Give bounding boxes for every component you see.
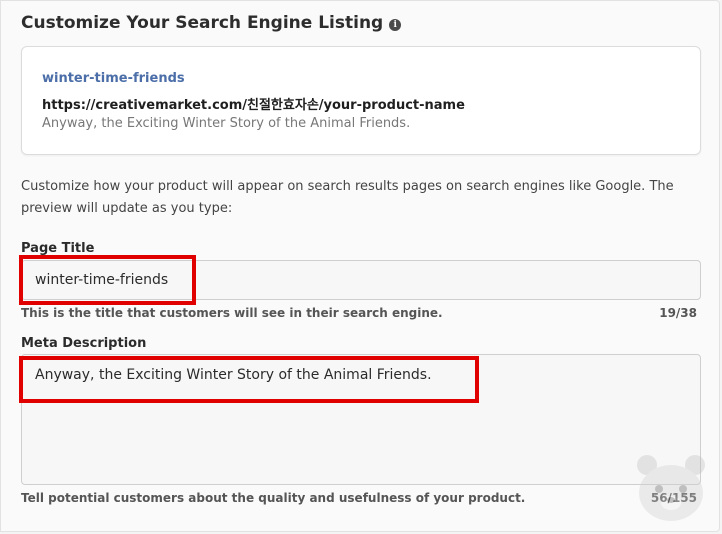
intro-text: Customize how your product will appear o… [21, 179, 674, 216]
page-title-input[interactable] [21, 260, 701, 300]
page-title-counter: 19/38 [659, 306, 697, 320]
search-preview-card: winter-time-friends https://creativemark… [21, 46, 701, 155]
section-title: Customize Your Search Engine Listing [21, 13, 384, 33]
preview-title: winter-time-friends [42, 71, 185, 86]
section-heading: Customize Your Search Engine Listing i [21, 13, 402, 33]
page-title-helper: This is the title that customers will se… [21, 306, 443, 320]
preview-url: https://creativemarket.com/친절한효자손/your-p… [42, 98, 465, 113]
meta-description-helper: Tell potential customers about the quali… [21, 491, 526, 505]
info-icon[interactable]: i [389, 19, 402, 31]
meta-description-textarea[interactable]: Anyway, the Exciting Winter Story of the… [21, 354, 701, 485]
meta-description-label: Meta Description [21, 336, 147, 351]
seo-listing-panel: Customize Your Search Engine Listing i w… [0, 0, 720, 532]
bear-mascot-icon [637, 455, 705, 521]
page-title-label: Page Title [21, 241, 95, 256]
preview-description: Anyway, the Exciting Winter Story of the… [42, 116, 411, 131]
